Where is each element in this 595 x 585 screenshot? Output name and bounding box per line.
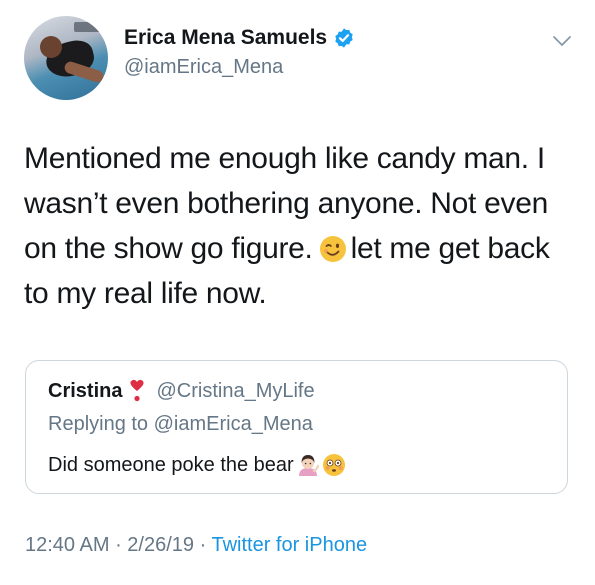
winking-face-icon	[319, 236, 346, 262]
flushed-face-icon	[322, 454, 345, 476]
tweet-source-link[interactable]: Twitter for iPhone	[211, 534, 367, 556]
verified-badge-icon	[335, 28, 353, 48]
tweet-meta: 12:40 AM · 2/26/19 · Twitter for iPhone	[25, 534, 367, 557]
quoted-tweet-text-row: Did someone poke the bear	[48, 453, 346, 477]
quoted-author-row: Cristina @Cristina_MyLife	[48, 379, 315, 403]
chevron-down-icon[interactable]	[552, 34, 572, 48]
tweet-body: Mentioned me enough like candy man. I wa…	[24, 136, 574, 316]
quoted-replying-to: Replying to @iamErica_Mena	[48, 413, 313, 435]
quoted-tweet-card[interactable]: Cristina @Cristina_MyLife Replying to @i…	[25, 360, 568, 494]
tweet-date[interactable]: 2/26/19	[127, 534, 194, 556]
meta-separator: ·	[109, 534, 128, 556]
avatar-head	[40, 36, 62, 58]
meta-separator: ·	[194, 534, 212, 556]
heart-exclamation-icon	[130, 379, 145, 402]
avatar-background-sign	[74, 22, 108, 32]
person-tipping-hand-icon	[298, 455, 319, 476]
author-handle[interactable]: @iamErica_Mena	[124, 56, 283, 79]
author-name-row[interactable]: Erica Mena Samuels	[124, 26, 355, 50]
tweet-time[interactable]: 12:40 AM	[25, 534, 110, 556]
author-name[interactable]: Erica Mena Samuels	[124, 26, 327, 50]
quoted-author-handle: @Cristina_MyLife	[156, 379, 315, 402]
author-avatar[interactable]	[24, 16, 108, 100]
quoted-tweet-text: Did someone poke the bear	[48, 453, 294, 476]
quoted-author-name: Cristina	[48, 379, 123, 402]
